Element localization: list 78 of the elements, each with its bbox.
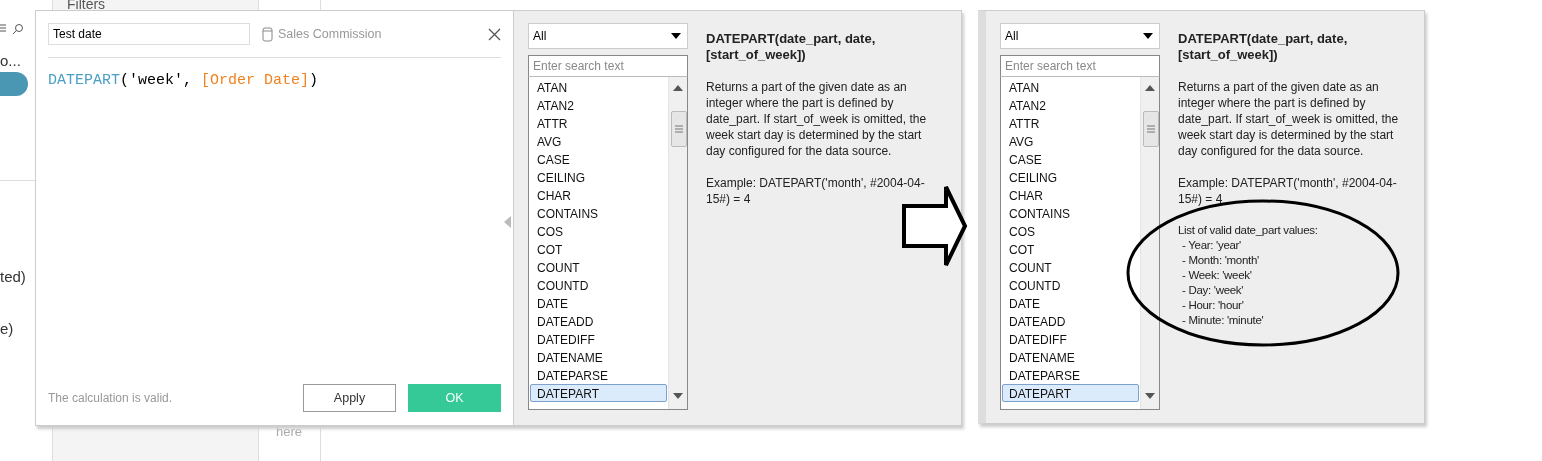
drop-hint: here (276, 424, 303, 439)
function-description: Returns a part of the given date as an integer where the part is defined by date_part. If start_of_week is omitted, the week start day is determined by the start day configured for the data source. (1178, 79, 1400, 159)
function-item[interactable]: DATEADD (1002, 312, 1139, 330)
scroll-down-icon (673, 393, 683, 399)
values-title: List of valid date_part values: (1178, 223, 1319, 238)
function-item[interactable]: DATEDIFF (1002, 330, 1139, 348)
function-signature: DATEPART(date_part, date, [start_of_week]) (1178, 31, 1349, 63)
list-icon (0, 24, 6, 34)
value-line: - Year: 'year' (1181, 238, 1242, 253)
function-item[interactable]: COUNTD (1002, 276, 1139, 294)
value-line: - Hour: 'hour' (1181, 298, 1245, 313)
function-item[interactable]: CASE (530, 150, 667, 168)
name-field[interactable]: Test date (48, 23, 250, 45)
scrollbar[interactable] (668, 77, 687, 409)
function-item[interactable]: COT (530, 240, 667, 258)
caret-icon (1143, 33, 1153, 39)
function-item[interactable]: DATE (1002, 294, 1139, 312)
data-source-label: Sales Commission (278, 27, 382, 41)
validation-status: The calculation is valid. (48, 391, 174, 405)
function-item[interactable]: DATEPARSE (530, 366, 667, 384)
function-item[interactable]: CHAR (530, 186, 667, 204)
field-label: o... (0, 52, 21, 69)
function-description: Returns a part of the given date as an integer where the part is defined by date_part. If start_of_week is omitted, the week start day is determined by the start day configured for the data source. (706, 79, 928, 159)
function-item[interactable]: DATEPART (1002, 384, 1139, 402)
search-icon (12, 23, 24, 35)
function-item[interactable]: DATEPART (530, 384, 667, 402)
function-item[interactable]: CONTAINS (1002, 204, 1139, 222)
function-item[interactable]: COUNT (530, 258, 667, 276)
function-item[interactable]: AVG (530, 132, 667, 150)
function-item[interactable]: COUNT (1002, 258, 1139, 276)
value-line: - Day: 'week' (1181, 283, 1245, 298)
scroll-thumb[interactable] (1143, 111, 1159, 147)
function-item[interactable]: COT (1002, 240, 1139, 258)
function-item[interactable]: CEILING (1002, 168, 1139, 186)
function-item[interactable]: DATENAME (530, 348, 667, 366)
function-signature: DATEPART(date_part, date, [start_of_week]) (706, 31, 877, 63)
function-item[interactable]: CHAR (1002, 186, 1139, 204)
apply-button[interactable]: Apply (303, 384, 396, 412)
function-item[interactable]: COS (530, 222, 667, 240)
search-field[interactable]: Enter search text (528, 55, 688, 77)
function-item[interactable]: AVG (1002, 132, 1139, 150)
function-item[interactable]: ATTR (1002, 114, 1139, 132)
function-item[interactable]: DATE (530, 294, 667, 312)
category-dropdown[interactable]: All (528, 23, 688, 49)
formula-editor[interactable]: DATEPART('week', [Order Date]) (48, 72, 501, 384)
category-dropdown[interactable]: All (1000, 23, 1160, 49)
scroll-up-icon (673, 85, 683, 91)
function-item[interactable]: CASE (1002, 150, 1139, 168)
function-item[interactable]: ATAN (1002, 78, 1139, 96)
function-item[interactable]: CONTAINS (530, 204, 667, 222)
close-icon (488, 27, 501, 41)
function-example: Example: DATEPART('month', #2004-04-15#) = 4 (1178, 175, 1398, 207)
function-item[interactable]: ATAN2 (530, 96, 667, 114)
scrollbar[interactable] (1140, 77, 1159, 409)
function-item[interactable]: ATAN (530, 78, 667, 96)
function-item[interactable]: COS (1002, 222, 1139, 240)
collapse-icon[interactable] (504, 216, 511, 228)
field-label: e) (0, 320, 14, 337)
selected-pill[interactable] (0, 72, 28, 96)
database-icon (262, 26, 273, 42)
function-item[interactable]: COUNTD (530, 276, 667, 294)
value-line: - Month: 'month' (1181, 253, 1260, 268)
search-field[interactable]: Enter search text (1000, 55, 1160, 77)
function-example: Example: DATEPART('month', #2004-04-15#) = 4 (706, 175, 926, 207)
caret-icon (671, 33, 681, 39)
value-line: - Week: 'week' (1181, 268, 1253, 283)
field-label: ted) (0, 268, 26, 285)
function-item[interactable]: CEILING (530, 168, 667, 186)
scroll-thumb[interactable] (671, 111, 687, 147)
scroll-up-icon (1145, 85, 1155, 91)
function-item[interactable]: DATEADD (530, 312, 667, 330)
function-item[interactable]: DATEPARSE (1002, 366, 1139, 384)
scroll-down-icon (1145, 393, 1155, 399)
function-item[interactable]: DATENAME (1002, 348, 1139, 366)
value-line: - Minute: 'minute' (1181, 313, 1265, 328)
function-item[interactable]: ATTR (530, 114, 667, 132)
function-item[interactable]: ATAN2 (1002, 96, 1139, 114)
function-item[interactable]: DATEDIFF (530, 330, 667, 348)
